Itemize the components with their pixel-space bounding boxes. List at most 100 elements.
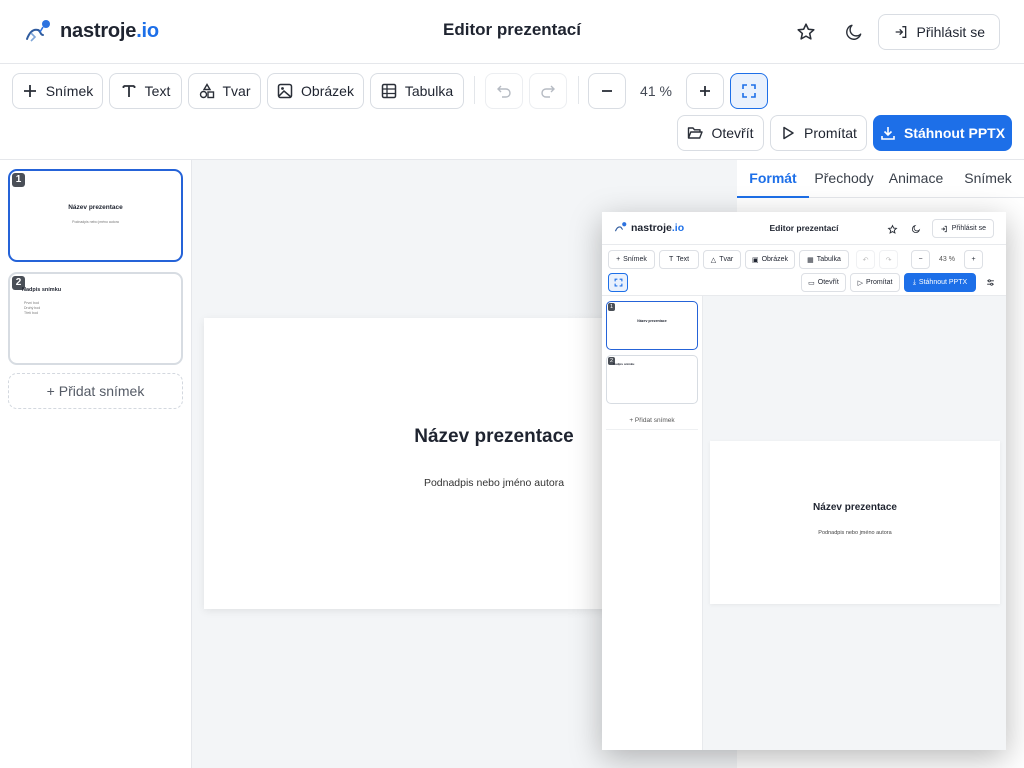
slide-thumbnail-2[interactable]: 2 Nadpis snímku První bod Druhý bod Třet… <box>8 272 183 365</box>
preview-thumbnail-1: 1 Název prezentace <box>606 301 698 350</box>
redo-button[interactable] <box>529 73 567 109</box>
preview-canvas: Název prezentace Podnadpis nebo jméno au… <box>703 296 1006 750</box>
minus-icon: − <box>911 250 930 269</box>
redo-icon <box>540 83 556 99</box>
tab-transitions[interactable]: Přechody <box>809 160 879 198</box>
open-label: Otevřít <box>711 125 754 141</box>
add-table-button[interactable]: Tabulka <box>370 73 464 109</box>
login-icon <box>940 225 948 233</box>
present-button[interactable]: Promítat <box>770 115 867 151</box>
slide-number: 1 <box>12 173 25 187</box>
add-slide-label: Snímek <box>45 83 94 99</box>
undo-icon <box>496 83 512 99</box>
moon-icon <box>844 22 864 42</box>
download-pptx-button[interactable]: Stáhnout PPTX <box>873 115 1012 151</box>
present-label: Promítat <box>804 125 857 141</box>
preview-thumb-title: Nadpis snímku <box>613 362 635 366</box>
preview-toolbar: + Snímek T Text △ Tvar ▣ Obrázek ▦ Tabulka ↶ … <box>602 245 1006 296</box>
thumbnail-title: Nadpis snímku <box>22 287 62 293</box>
zoom-out-button[interactable] <box>588 73 626 109</box>
plus-icon: + <box>964 250 983 269</box>
open-button[interactable]: Otevřít <box>677 115 764 151</box>
preview-screenshot: nastroje.io Editor prezentací Přihlásit … <box>602 212 1006 750</box>
folder-icon <box>687 125 704 141</box>
add-image-button[interactable]: Obrázek <box>267 73 364 109</box>
preview-image: ▣ Obrázek <box>745 250 795 269</box>
star-icon <box>795 21 817 43</box>
minus-icon <box>599 83 615 99</box>
theme-toggle[interactable] <box>840 18 868 46</box>
thumbnail-subtitle: Podnadpis nebo jméno autora <box>72 220 119 224</box>
preview-open-label: Otevřít <box>817 279 839 286</box>
image-label: Obrázek <box>301 83 354 99</box>
redo-icon: ↷ <box>879 250 898 269</box>
add-slide-button[interactable]: Snímek <box>12 73 103 109</box>
slide-list: 1 Název prezentace Podnadpis nebo jméno … <box>0 160 192 768</box>
shapes-icon: △ <box>710 256 717 264</box>
zoom-level: 41 % <box>640 83 672 99</box>
preview-slide-list: 1 Název prezentace 2 Nadpis snímku + Při… <box>602 296 703 750</box>
add-text-button[interactable]: Text <box>109 73 182 109</box>
preview-add-slide-link: + Přidat snímek <box>606 412 698 430</box>
preview-slide: Název prezentace Podnadpis nebo jméno au… <box>710 441 1000 604</box>
moon-icon <box>909 222 923 236</box>
tab-format[interactable]: Formát <box>737 160 809 198</box>
logo-icon <box>24 17 54 45</box>
download-label: Stáhnout PPTX <box>903 125 1006 141</box>
play-icon: ▷ <box>857 279 863 287</box>
tab-slide[interactable]: Snímek <box>954 160 1022 198</box>
preview-zoom: 43 % <box>939 256 955 263</box>
text-icon: T <box>668 256 674 263</box>
logo[interactable]: nastroje.io <box>24 17 159 45</box>
toolbar-divider <box>578 76 579 104</box>
undo-icon: ↶ <box>856 250 875 269</box>
download-icon <box>880 125 896 141</box>
add-slide-link[interactable]: + Přidat snímek <box>8 373 183 409</box>
tab-animations[interactable]: Animace <box>881 160 951 198</box>
slide-number: 1 <box>608 303 615 311</box>
preview-text-label: Text <box>676 256 690 263</box>
add-shape-button[interactable]: Tvar <box>188 73 261 109</box>
text-label: Text <box>144 83 171 99</box>
preview-text: T Text <box>659 250 699 269</box>
zoom-in-button[interactable] <box>686 73 724 109</box>
preview-table: ▦ Tabulka <box>799 250 849 269</box>
logo-tld: .io <box>136 19 159 42</box>
login-icon <box>893 24 909 40</box>
preview-download: ⤓ Stáhnout PPTX <box>904 273 976 292</box>
preview-thumbnail-2: 2 Nadpis snímku <box>606 355 698 404</box>
settings-icon <box>980 273 1000 292</box>
plus-icon: + <box>616 256 621 263</box>
plus-icon <box>22 83 38 99</box>
fit-screen-icon <box>608 273 628 292</box>
login-label: Přihlásit se <box>916 24 985 40</box>
download-icon: ⤓ <box>912 278 916 286</box>
preview-download-label: Stáhnout PPTX <box>918 279 968 286</box>
toolbar-divider <box>474 76 475 104</box>
app-header: nastroje.io Editor prezentací Přihlásit … <box>0 0 1024 64</box>
preview-shape: △ Tvar <box>703 250 741 269</box>
slide-thumbnail-1[interactable]: 1 Název prezentace Podnadpis nebo jméno … <box>8 169 183 262</box>
star-icon <box>885 222 899 236</box>
thumbnail-title: Název prezentace <box>68 204 123 211</box>
play-icon <box>780 125 796 141</box>
preview-add-slide-label: Snímek <box>623 256 647 263</box>
preview-present: ▷ Promítat <box>850 273 900 292</box>
panel-tabs: Formát Přechody Animace Snímek <box>737 160 1024 198</box>
preview-thumb-title: Název prezentace <box>637 319 667 323</box>
fit-screen-icon <box>741 83 757 99</box>
logo-main: nastroje <box>60 19 137 42</box>
table-icon: ▦ <box>807 256 814 264</box>
undo-button[interactable] <box>485 73 523 109</box>
toolbar: Snímek Text Tvar Obrázek Tabulka 41 % Ot… <box>0 64 1024 160</box>
preview-shape-label: Tvar <box>719 256 734 263</box>
favorite-button[interactable] <box>792 18 820 46</box>
image-icon <box>277 83 293 99</box>
preview-add-slide: + Snímek <box>608 250 655 269</box>
preview-login: Přihlásit se <box>931 219 994 238</box>
fit-screen-button[interactable] <box>730 73 768 109</box>
login-button[interactable]: Přihlásit se <box>877 14 1000 50</box>
preview-open: ▭ Otevřít <box>801 273 846 292</box>
preview-table-label: Tabulka <box>816 256 841 263</box>
thumbnail-bullet: První bod <box>24 301 39 305</box>
